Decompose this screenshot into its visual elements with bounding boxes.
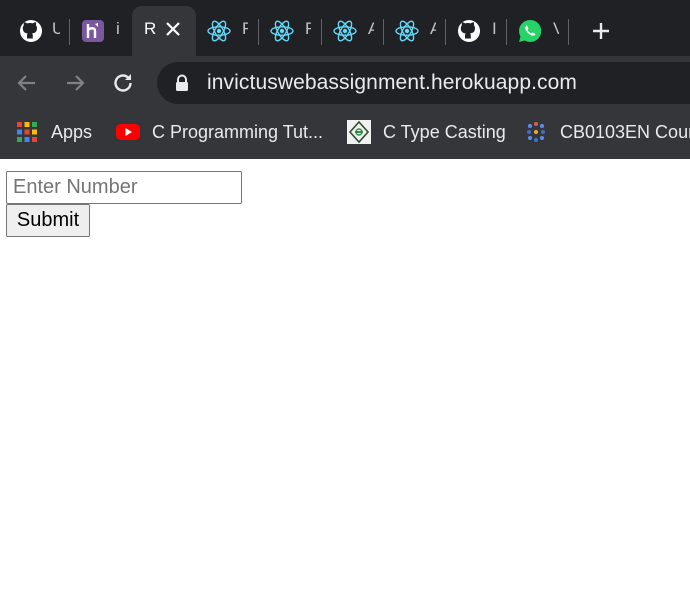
github-icon (456, 18, 482, 44)
bookmark-cb0103en[interactable]: CB0103EN Cours (524, 118, 690, 146)
bookmark-label: Apps (51, 121, 93, 142)
tab-5[interactable]: F (259, 6, 322, 56)
react-icon (206, 18, 232, 44)
tab-1-title: U (52, 19, 60, 38)
react-icon (332, 18, 358, 44)
tab-7-title: A (430, 19, 436, 38)
tab-8[interactable]: I (446, 6, 507, 56)
react-icon (269, 18, 295, 44)
github-icon (18, 18, 44, 44)
number-input[interactable] (6, 171, 242, 204)
whatsapp-icon (517, 18, 543, 44)
tab-9-title: V (553, 19, 559, 38)
arrow-right-icon (63, 71, 87, 95)
back-button[interactable] (10, 66, 44, 100)
bookmark-label: C Programming Tut... (152, 121, 324, 142)
tab-4[interactable]: F (196, 6, 259, 56)
react-icon (394, 18, 420, 44)
url-text[interactable]: invictuswebassignment.herokuapp.com (207, 71, 577, 95)
browser-toolbar: invictuswebassignment.herokuapp.com (0, 56, 690, 110)
tab-strip: U i R F F A A I V (0, 0, 690, 56)
tab-9[interactable]: V (507, 6, 569, 56)
tab-5-title: F (305, 19, 311, 38)
tab-2-title: i (116, 19, 120, 38)
arrow-left-icon (15, 71, 39, 95)
tab-2[interactable]: i (70, 6, 132, 56)
tab-7[interactable]: A (384, 6, 446, 56)
tab-6-title: A (368, 19, 374, 38)
tab-separator (568, 19, 569, 45)
plus-icon (591, 21, 611, 41)
bookmark-label: CB0103EN Cours (560, 121, 690, 142)
bookmark-label: C Type Casting (383, 121, 506, 142)
close-tab-icon[interactable] (164, 17, 182, 41)
geeksforgeeks-icon (347, 120, 371, 144)
new-tab-button[interactable] (585, 17, 617, 45)
bookmark-c-programming[interactable]: C Programming Tut... (116, 118, 323, 146)
apps-grid-icon (15, 120, 39, 144)
youtube-icon (116, 120, 140, 144)
bookmarks-bar: Apps C Programming Tut... C Type Casting (0, 110, 690, 154)
tab-3-title: R (144, 19, 157, 38)
lock-icon[interactable] (174, 74, 190, 92)
tab-8-title: I (492, 19, 497, 38)
tab-3-active[interactable]: R (132, 6, 196, 56)
tab-4-title: F (242, 19, 248, 38)
address-bar[interactable]: invictuswebassignment.herokuapp.com (157, 62, 690, 104)
page-content: Submit (0, 159, 690, 600)
browser-chrome: U i R F F A A I V invictuswebassignment.… (0, 0, 690, 159)
reload-button[interactable] (106, 66, 140, 100)
tab-6[interactable]: A (322, 6, 384, 56)
bookmark-c-type-casting[interactable]: C Type Casting (347, 118, 506, 146)
reload-icon (111, 71, 135, 95)
heroku-icon (80, 18, 106, 44)
submit-button[interactable]: Submit (6, 204, 90, 237)
cognitiveclass-icon (524, 120, 548, 144)
forward-button[interactable] (58, 66, 92, 100)
bookmark-apps[interactable]: Apps (15, 118, 92, 146)
tab-1[interactable]: U (0, 6, 70, 56)
